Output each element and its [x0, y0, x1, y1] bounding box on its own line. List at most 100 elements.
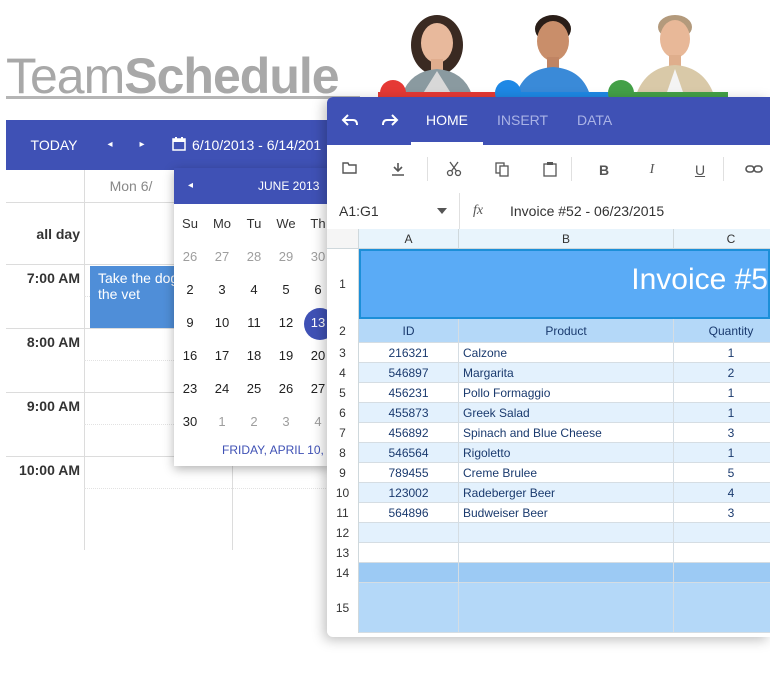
row-header[interactable]: 10 [327, 483, 359, 503]
calendar-day[interactable]: 26 [270, 381, 302, 396]
empty-cell[interactable] [674, 543, 770, 563]
italic-icon[interactable]: I [643, 161, 661, 179]
row-header[interactable]: 3 [327, 343, 359, 363]
calendar-day[interactable]: 13 [302, 315, 330, 330]
calendar-day[interactable]: 3 [206, 282, 238, 297]
row-header[interactable]: 5 [327, 383, 359, 403]
tab-home[interactable]: HOME [426, 97, 468, 145]
column-title-cell[interactable]: Product [459, 319, 674, 343]
table-cell[interactable]: Spinach and Blue Cheese [459, 423, 674, 443]
table-cell[interactable]: 5 [674, 463, 770, 483]
empty-cell[interactable] [459, 543, 674, 563]
calendar-day[interactable]: 16 [174, 348, 206, 363]
cut-icon[interactable] [445, 161, 463, 179]
calendar-day[interactable]: 30 [302, 249, 330, 264]
undo-icon[interactable] [341, 111, 359, 134]
underline-icon[interactable]: U [691, 161, 709, 179]
today-button[interactable]: TODAY [6, 120, 102, 170]
row-header[interactable]: 14 [327, 563, 359, 583]
row-header[interactable]: 8 [327, 443, 359, 463]
row-header[interactable]: 4 [327, 363, 359, 383]
prev-arrow-icon[interactable]: ◂ [100, 120, 120, 170]
calendar-day[interactable]: 26 [174, 249, 206, 264]
tab-data[interactable]: DATA [577, 97, 612, 145]
empty-cell[interactable] [674, 523, 770, 543]
table-cell[interactable]: 789455 [359, 463, 459, 483]
calendar-day[interactable]: 24 [206, 381, 238, 396]
table-cell[interactable]: 1 [674, 383, 770, 403]
row-header[interactable]: 13 [327, 543, 359, 563]
download-icon[interactable] [389, 161, 407, 179]
calendar-day[interactable]: 6 [302, 282, 330, 297]
calendar-day[interactable]: 23 [174, 381, 206, 396]
calendar-day[interactable]: 4 [238, 282, 270, 297]
empty-cell[interactable] [459, 523, 674, 543]
calendar-day[interactable]: 1 [206, 414, 238, 429]
empty-cell[interactable] [459, 563, 674, 583]
calendar-day[interactable]: 29 [270, 249, 302, 264]
column-title-cell[interactable]: Quantity [674, 319, 770, 343]
table-cell[interactable]: 1 [674, 403, 770, 423]
calendar-day[interactable]: 27 [206, 249, 238, 264]
table-cell[interactable]: 456892 [359, 423, 459, 443]
tab-insert[interactable]: INSERT [497, 97, 548, 145]
table-cell[interactable]: Margarita [459, 363, 674, 383]
calendar-day[interactable]: 20 [302, 348, 330, 363]
table-cell[interactable]: Creme Brulee [459, 463, 674, 483]
older-man-avatar[interactable] [630, 5, 720, 95]
row-header[interactable]: 11 [327, 503, 359, 523]
next-arrow-icon[interactable]: ▸ [132, 120, 152, 170]
invoice-title-cell[interactable]: Invoice #5 [359, 249, 770, 319]
copy-icon[interactable] [493, 161, 511, 179]
mini-calendar-footer[interactable]: FRIDAY, APRIL 10, [222, 443, 324, 457]
table-cell[interactable]: Calzone [459, 343, 674, 363]
calendar-day[interactable]: 11 [238, 315, 270, 330]
folder-open-icon[interactable] [341, 161, 359, 179]
calendar-day[interactable]: 10 [206, 315, 238, 330]
table-cell[interactable]: 546564 [359, 443, 459, 463]
calendar-day[interactable]: 2 [174, 282, 206, 297]
table-cell[interactable]: 456231 [359, 383, 459, 403]
calendar-day[interactable]: 2 [238, 414, 270, 429]
table-cell[interactable]: 455873 [359, 403, 459, 423]
column-title-cell[interactable]: ID [359, 319, 459, 343]
row-header[interactable]: 15 [327, 583, 359, 633]
row-header[interactable]: 2 [327, 319, 359, 343]
calendar-day[interactable]: 12 [270, 315, 302, 330]
empty-cell[interactable] [674, 563, 770, 583]
table-cell[interactable]: 2 [674, 363, 770, 383]
column-header[interactable]: C [674, 229, 770, 249]
calendar-day[interactable]: 4 [302, 414, 330, 429]
link-icon[interactable] [745, 161, 763, 179]
select-all-corner[interactable] [327, 229, 359, 249]
column-header[interactable]: B [459, 229, 674, 249]
table-cell[interactable]: 123002 [359, 483, 459, 503]
mini-calendar-prev-icon[interactable]: ◂ [188, 168, 193, 204]
woman-avatar[interactable] [392, 5, 482, 95]
table-cell[interactable]: Radeberger Beer [459, 483, 674, 503]
row-header[interactable]: 12 [327, 523, 359, 543]
calendar-day[interactable]: 28 [238, 249, 270, 264]
table-cell[interactable]: 216321 [359, 343, 459, 363]
cell-reference[interactable]: A1:G1 [339, 193, 379, 229]
calendar-day[interactable]: 25 [238, 381, 270, 396]
empty-cell[interactable] [359, 563, 459, 583]
formula-input[interactable]: Invoice #52 - 06/23/2015 [510, 193, 664, 229]
calendar-day[interactable]: 17 [206, 348, 238, 363]
empty-cell[interactable] [359, 583, 459, 633]
calendar-day[interactable]: 19 [270, 348, 302, 363]
bold-icon[interactable]: B [595, 161, 613, 179]
chevron-down-icon[interactable] [437, 208, 447, 214]
table-cell[interactable]: Greek Salad [459, 403, 674, 423]
table-cell[interactable]: Pollo Formaggio [459, 383, 674, 403]
table-cell[interactable]: 1 [674, 343, 770, 363]
mini-calendar-title[interactable]: JUNE 2013 [258, 168, 319, 204]
table-cell[interactable]: Budweiser Beer [459, 503, 674, 523]
calendar-day[interactable]: 18 [238, 348, 270, 363]
calendar-day[interactable]: 27 [302, 381, 330, 396]
calendar-day[interactable]: 30 [174, 414, 206, 429]
column-header[interactable]: A [359, 229, 459, 249]
empty-cell[interactable] [674, 583, 770, 633]
row-header[interactable]: 7 [327, 423, 359, 443]
table-cell[interactable]: 564896 [359, 503, 459, 523]
